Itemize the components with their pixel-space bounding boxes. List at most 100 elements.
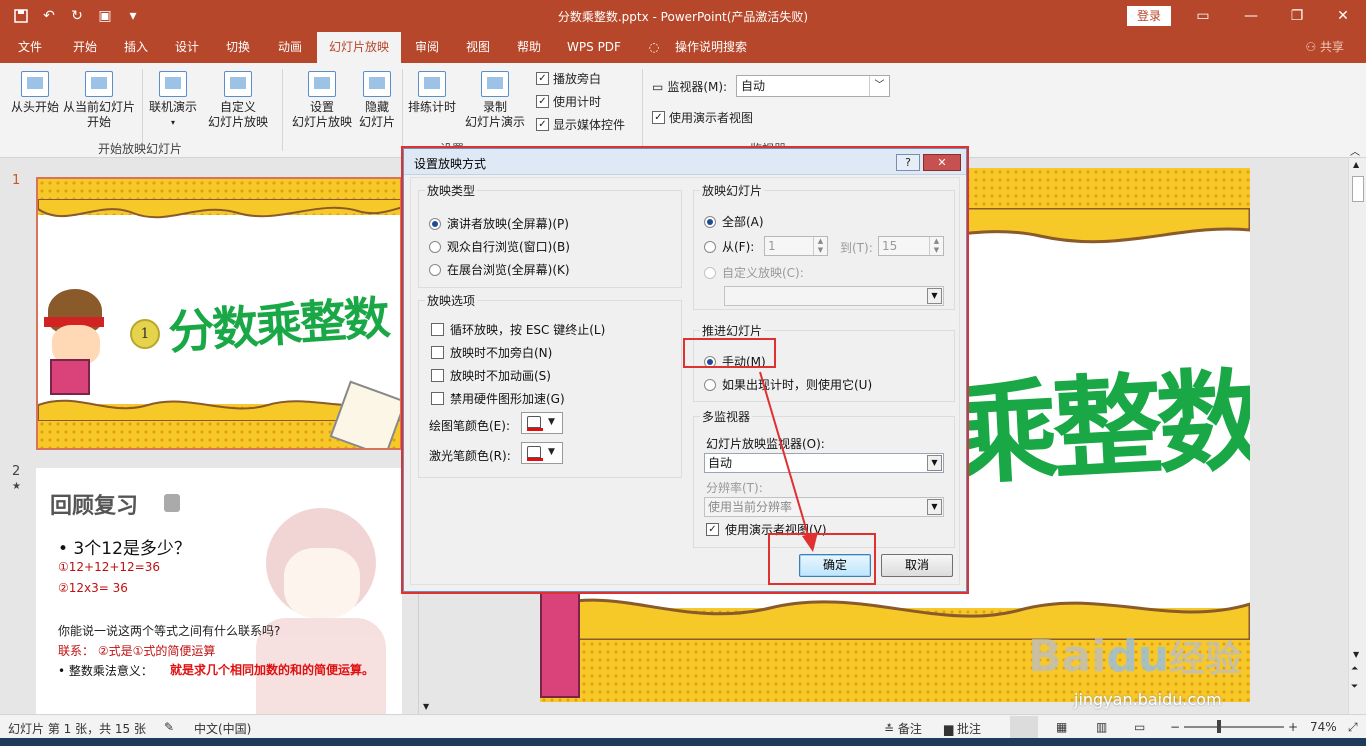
play-narration-checkbox[interactable]: ✓ 播放旁白 bbox=[536, 70, 601, 87]
slide-title: 分数乘整数 bbox=[166, 290, 390, 360]
from-current-label-2: 开始 bbox=[86, 115, 111, 129]
setup-slideshow-button[interactable]: 设置 幻灯片放映 bbox=[290, 71, 354, 130]
slideshow-view-icon[interactable]: ▭ bbox=[1134, 720, 1145, 734]
comments-button[interactable]: ▆ 批注 bbox=[944, 720, 981, 737]
custom-show-label: 自定义 bbox=[219, 100, 256, 114]
checkmark-icon: ✓ bbox=[536, 118, 549, 131]
use-timings-checkbox[interactable]: ✓ 使用计时 bbox=[536, 93, 601, 110]
slide-2-question: • 3个12是多少？ bbox=[58, 539, 191, 559]
tab-design[interactable]: 设计 bbox=[163, 32, 211, 63]
presenter-view-label: 使用演示者视图 bbox=[669, 111, 754, 125]
slide-thumbnail-2[interactable]: 回顾复习 • 3个12是多少？ ①12+12+12=36 ②12x3= 36 你… bbox=[36, 468, 402, 718]
close-icon[interactable]: ✕ bbox=[1320, 0, 1366, 32]
chevron-down-icon: ﹀ bbox=[869, 76, 889, 96]
slideshow-play-icon bbox=[21, 71, 49, 97]
rehearse-timings-button[interactable]: 排练计时 bbox=[404, 71, 460, 115]
minimize-icon[interactable]: — bbox=[1228, 0, 1274, 32]
record-icon bbox=[481, 71, 509, 97]
show-media-controls-checkbox[interactable]: ✓ 显示媒体控件 bbox=[536, 116, 625, 133]
slide-number-2: 2 bbox=[12, 464, 21, 479]
tab-file[interactable]: 文件 bbox=[8, 32, 52, 63]
scroll-up-icon[interactable]: ▲ bbox=[1353, 160, 1359, 169]
tab-view[interactable]: 视图 bbox=[454, 32, 502, 63]
custom-show-button[interactable]: 自定义 幻灯片放映 bbox=[200, 71, 276, 130]
divider bbox=[142, 69, 143, 151]
normal-view-icon[interactable] bbox=[1010, 716, 1038, 738]
watermark-jingyan: 经验 bbox=[1169, 639, 1242, 680]
slide-number-badge: 1 bbox=[130, 319, 160, 349]
main-vertical-scrollbar[interactable]: ▲ ▼ ⏶ ⏷ bbox=[1348, 158, 1366, 714]
slide-sorter-icon[interactable]: ▦ bbox=[1056, 720, 1067, 734]
cartoon-girl-image bbox=[226, 468, 402, 718]
slideshow-current-icon bbox=[85, 71, 113, 97]
prev-slide-icon[interactable]: ⏶ bbox=[1351, 664, 1358, 674]
ribbon: 从头开始 从当前幻灯片 开始 联机演示 ▾ 自定义 幻灯片放映 开始放映幻灯片 … bbox=[0, 63, 1366, 158]
tab-review[interactable]: 审阅 bbox=[404, 32, 450, 63]
maximize-icon[interactable]: ❐ bbox=[1274, 0, 1320, 32]
zoom-slider[interactable] bbox=[1184, 726, 1284, 728]
from-start-label: 从头开始 bbox=[10, 100, 59, 114]
checkmark-icon: ✓ bbox=[536, 72, 549, 85]
use-timings-label: 使用计时 bbox=[553, 95, 602, 109]
ribbon-display-icon[interactable]: ▭ bbox=[1180, 0, 1226, 32]
monitor-row: ▭ 监视器(M): bbox=[652, 78, 727, 95]
tab-home[interactable]: 开始 bbox=[60, 32, 110, 63]
collapse-ribbon-icon[interactable]: ︿ bbox=[1350, 143, 1360, 158]
slide-thumbnail-1[interactable]: 1 分数乘整数 bbox=[36, 177, 402, 450]
monitor-select[interactable]: 自动 ﹀ bbox=[736, 75, 890, 97]
slide-2-meaning: 就是求几个相同加数的和的简便运算。 bbox=[170, 663, 375, 677]
show-media-controls-label: 显示媒体控件 bbox=[553, 118, 626, 132]
online-present-button[interactable]: 联机演示 ▾ bbox=[146, 71, 200, 130]
tab-transitions[interactable]: 切换 bbox=[214, 32, 262, 63]
fit-to-window-icon[interactable]: ⤢ bbox=[1348, 720, 1358, 735]
spellcheck-icon[interactable]: ✎ bbox=[164, 720, 174, 734]
info-icon bbox=[164, 494, 180, 512]
next-slide-icon[interactable]: ⏷ bbox=[1351, 682, 1358, 692]
cartoon-boy-image bbox=[540, 588, 580, 698]
play-narration-label: 播放旁白 bbox=[553, 72, 602, 86]
watermark-brand-2: du bbox=[1106, 631, 1170, 682]
monitor-value: 自动 bbox=[741, 79, 766, 93]
slide-2-prompt: 你能说一说这两个等式之间有什么联系吗? bbox=[58, 624, 281, 638]
scroll-down-icon[interactable]: ▼ bbox=[423, 702, 429, 711]
reading-view-icon[interactable]: ▥ bbox=[1096, 720, 1107, 734]
login-button[interactable]: 登录 bbox=[1127, 6, 1171, 26]
watermark-brand: Bai bbox=[1028, 631, 1107, 682]
tab-slideshow[interactable]: 幻灯片放映 bbox=[317, 32, 401, 63]
tab-help[interactable]: 帮助 bbox=[506, 32, 552, 63]
online-present-label: 联机演示 bbox=[148, 100, 197, 114]
share-button[interactable]: ⚇ 共享 bbox=[1305, 32, 1344, 63]
timer-icon bbox=[418, 71, 446, 97]
os-taskbar bbox=[0, 738, 1366, 746]
hide-slide-button[interactable]: 隐藏 幻灯片 bbox=[356, 71, 398, 130]
tab-animations[interactable]: 动画 bbox=[266, 32, 314, 63]
custom-show-label-2: 幻灯片放映 bbox=[207, 115, 268, 129]
custom-slideshow-icon bbox=[224, 71, 252, 97]
tab-insert[interactable]: 插入 bbox=[112, 32, 160, 63]
wavy-edge-top bbox=[38, 199, 400, 219]
share-label: 共享 bbox=[1319, 40, 1344, 54]
from-current-button[interactable]: 从当前幻灯片 开始 bbox=[62, 71, 136, 130]
slide-2-meaning-label: • 整数乘法意义： bbox=[58, 664, 153, 678]
status-bar: 幻灯片 第 1 张，共 15 张 ✎ 中文(中国) ≛ 备注 ▆ 批注 ▦ ▥ … bbox=[0, 714, 1366, 738]
slide-number-1: 1 bbox=[12, 173, 21, 188]
presenter-view-checkbox[interactable]: ✓ 使用演示者视图 bbox=[652, 109, 753, 126]
record-slideshow-button[interactable]: 录制 幻灯片演示 bbox=[460, 71, 530, 130]
zoom-slider-thumb[interactable] bbox=[1217, 720, 1221, 733]
notes-button[interactable]: ≛ 备注 bbox=[884, 720, 922, 737]
scrollbar-thumb[interactable] bbox=[1352, 176, 1364, 202]
zoom-level[interactable]: 74% bbox=[1310, 720, 1337, 734]
scroll-down-icon[interactable]: ▼ bbox=[1353, 650, 1359, 659]
hide-slide-icon bbox=[363, 71, 391, 97]
zoom-out-button[interactable]: − bbox=[1170, 720, 1180, 734]
zoom-in-button[interactable]: + bbox=[1288, 720, 1298, 734]
group-label-start: 开始放映幻灯片 bbox=[98, 142, 183, 156]
from-start-button[interactable]: 从头开始 bbox=[8, 71, 62, 115]
chevron-down-icon: ▾ bbox=[170, 118, 175, 127]
tell-me-search[interactable]: 操作说明搜索 bbox=[668, 32, 754, 63]
monitor-icon: ▭ bbox=[652, 79, 664, 94]
notes-icon: ≛ bbox=[884, 722, 898, 736]
tab-wps-pdf[interactable]: WPS PDF bbox=[558, 32, 630, 63]
language[interactable]: 中文(中国) bbox=[194, 720, 251, 737]
monitor-label: 监视器(M): bbox=[667, 80, 728, 94]
